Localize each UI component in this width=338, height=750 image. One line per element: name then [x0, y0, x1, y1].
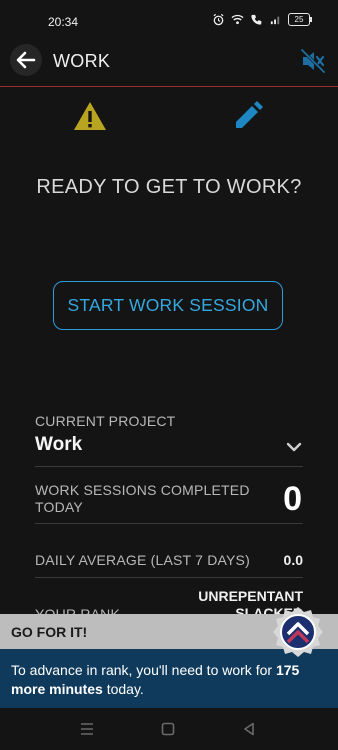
project-select[interactable]: Work: [35, 434, 82, 456]
app-bar: WORK: [0, 42, 338, 87]
page-title: WORK: [53, 51, 111, 71]
back-triangle-icon[interactable]: [240, 720, 258, 738]
pencil-icon[interactable]: [232, 100, 264, 132]
current-project-label: CURRENT PROJECT: [35, 413, 176, 429]
banner-message-end: today.: [102, 681, 144, 697]
alarm-icon: [213, 13, 224, 26]
volume-off-icon[interactable]: [300, 48, 326, 74]
status-bar: 20:34 25: [0, 0, 338, 42]
status-time: 20:34: [48, 15, 79, 29]
menu-icon[interactable]: [78, 720, 96, 738]
arrow-left-icon: [16, 51, 36, 69]
chevron-down-icon[interactable]: [285, 440, 303, 454]
back-button[interactable]: [10, 44, 42, 76]
daily-average-label: DAILY AVERAGE (LAST 7 DAYS): [35, 552, 250, 568]
rank-badge-icon: [273, 607, 323, 657]
divider: [35, 523, 303, 524]
sessions-completed-value: 0: [283, 480, 302, 518]
banner-message-text: To advance in rank, you'll need to work …: [11, 662, 276, 678]
banner-title: GO FOR IT!: [11, 624, 88, 640]
signal-icon: [270, 16, 280, 25]
banner-message: To advance in rank, you'll need to work …: [11, 661, 327, 699]
home-icon[interactable]: [159, 720, 177, 738]
system-nav-bar: [0, 708, 338, 750]
battery-icon: 25: [288, 13, 312, 26]
ready-heading: READY TO GET TO WORK?: [36, 176, 302, 198]
divider: [35, 466, 303, 467]
call-icon: [251, 14, 262, 25]
daily-average-value: 0.0: [283, 552, 303, 568]
warning-icon[interactable]: [72, 100, 108, 132]
start-work-session-button[interactable]: START WORK SESSION: [53, 281, 283, 330]
status-icons: 25: [212, 13, 312, 26]
divider: [35, 577, 303, 578]
sessions-completed-label: WORK SESSIONS COMPLETED TODAY: [35, 482, 250, 515]
wifi-icon: [231, 14, 244, 25]
